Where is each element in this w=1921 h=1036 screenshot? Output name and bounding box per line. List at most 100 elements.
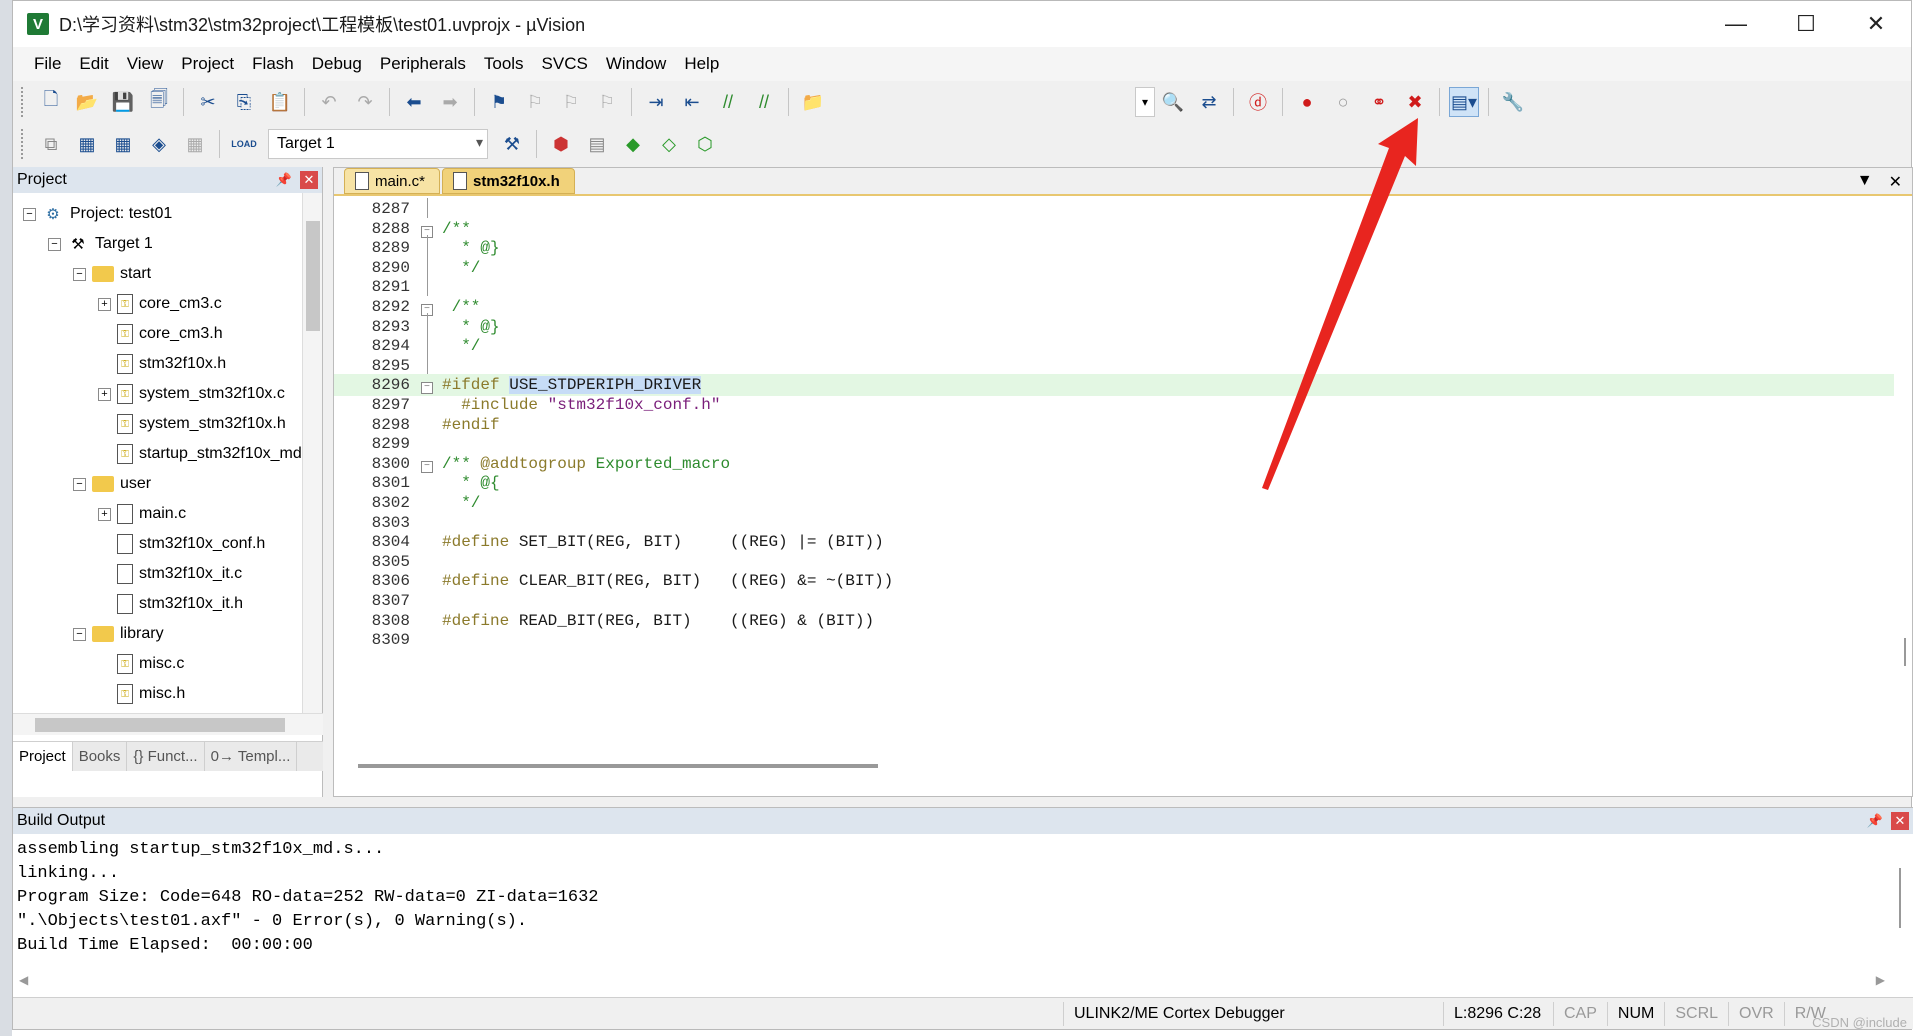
- tree-item[interactable]: stm32f10x_conf.h: [98, 529, 265, 559]
- tree-item[interactable]: ⚿ core_cm3.h: [98, 319, 223, 349]
- close-tab-icon[interactable]: ✕: [1889, 172, 1902, 192]
- tree-item[interactable]: − user: [73, 469, 151, 499]
- open-file-icon[interactable]: 📂: [72, 87, 102, 117]
- uncomment-icon[interactable]: //: [749, 87, 779, 117]
- fold-collapse-icon[interactable]: −: [416, 376, 438, 395]
- tree-vertical-scrollbar[interactable]: [302, 193, 322, 713]
- batch-build-icon[interactable]: ◈: [144, 129, 174, 159]
- pack-installer-icon[interactable]: ◇: [654, 129, 684, 159]
- toolbar-grip[interactable]: [21, 87, 25, 117]
- tab-list-chevron-icon[interactable]: ▼: [1857, 172, 1873, 192]
- menu-file[interactable]: File: [25, 54, 70, 74]
- find-dropdown[interactable]: ▾: [1135, 87, 1155, 117]
- find-in-files-icon[interactable]: 📁: [798, 87, 828, 117]
- scroll-right-icon[interactable]: ▶: [1876, 973, 1885, 987]
- incremental-find-icon[interactable]: ⇄: [1194, 87, 1224, 117]
- pane-tab[interactable]: {} Funct...: [127, 742, 205, 771]
- menu-tools[interactable]: Tools: [475, 54, 533, 74]
- build-output-horizontal-scrollbar[interactable]: ◀ ▶: [13, 973, 1893, 991]
- window-layout-icon[interactable]: ▤▾: [1449, 87, 1479, 117]
- configure-wrench-icon[interactable]: 🔧: [1498, 87, 1528, 117]
- tree-item[interactable]: ⚿ stm32f10x.h: [98, 349, 226, 379]
- menu-help[interactable]: Help: [675, 54, 728, 74]
- editor-horizontal-scrollbar[interactable]: [358, 764, 878, 768]
- find-icon[interactable]: 🔍: [1158, 87, 1188, 117]
- menu-project[interactable]: Project: [172, 54, 243, 74]
- tree-item[interactable]: stm32f10x_it.h: [98, 589, 243, 619]
- collapse-icon[interactable]: −: [48, 237, 61, 251]
- editor-vertical-scrollbar[interactable]: [1904, 638, 1906, 666]
- tree-item[interactable]: ⚿ system_stm32f10x.h: [98, 409, 286, 439]
- tree-item[interactable]: + ⚿ core_cm3.c: [98, 289, 222, 319]
- close-pane-icon[interactable]: ✕: [300, 171, 318, 189]
- tree-item[interactable]: − ⚒ Target 1: [48, 229, 153, 259]
- navigate-forward-icon[interactable]: ➡: [435, 87, 465, 117]
- editor-tab[interactable]: stm32f10x.h: [442, 168, 575, 194]
- expand-icon[interactable]: +: [98, 387, 111, 401]
- tree-item[interactable]: + ⚿ system_stm32f10x.c: [98, 379, 285, 409]
- collapse-icon[interactable]: −: [73, 267, 86, 281]
- start-debug-icon[interactable]: ⓓ: [1243, 87, 1273, 117]
- tree-item[interactable]: − library: [73, 619, 164, 649]
- maximize-icon[interactable]: ☐: [1771, 1, 1841, 47]
- menu-svcs[interactable]: SVCS: [533, 54, 597, 74]
- manage-project-items-icon[interactable]: ⬢: [546, 129, 576, 159]
- close-pane-icon[interactable]: ✕: [1891, 812, 1909, 830]
- tree-item[interactable]: − ⚙ Project: test01: [23, 199, 172, 229]
- translate-icon[interactable]: ⧉: [36, 129, 66, 159]
- next-bookmark-icon[interactable]: ⚐: [556, 87, 586, 117]
- bookmark-icon[interactable]: ⚑: [484, 87, 514, 117]
- stop-build-icon[interactable]: ▦: [180, 129, 210, 159]
- collapse-icon[interactable]: −: [73, 477, 86, 491]
- enable-breakpoint-icon[interactable]: ○: [1328, 87, 1358, 117]
- menu-peripherals[interactable]: Peripherals: [371, 54, 475, 74]
- menu-edit[interactable]: Edit: [70, 54, 117, 74]
- pane-tab[interactable]: Project: [13, 742, 73, 771]
- tree-item[interactable]: ⚿ misc.h: [98, 679, 185, 709]
- save-icon[interactable]: 💾: [108, 87, 138, 117]
- collapse-icon[interactable]: −: [23, 207, 36, 221]
- menu-view[interactable]: View: [118, 54, 173, 74]
- disable-breakpoints-icon[interactable]: ⚭: [1364, 87, 1394, 117]
- download-load-icon[interactable]: LOAD: [229, 129, 259, 159]
- menu-window[interactable]: Window: [597, 54, 675, 74]
- clear-bookmarks-icon[interactable]: ⚐: [592, 87, 622, 117]
- prev-bookmark-icon[interactable]: ⚐: [520, 87, 550, 117]
- unindent-icon[interactable]: ⇤: [677, 87, 707, 117]
- expand-icon[interactable]: +: [98, 297, 111, 311]
- menu-flash[interactable]: Flash: [243, 54, 303, 74]
- save-all-icon[interactable]: 🗐: [144, 87, 174, 117]
- expand-icon[interactable]: +: [98, 507, 111, 521]
- pack-update-icon[interactable]: ⬡: [690, 129, 720, 159]
- scroll-left-icon[interactable]: ◀: [19, 973, 28, 987]
- tree-item[interactable]: ⚿ misc.c: [98, 649, 184, 679]
- code-area[interactable]: 8287 8288−/** 8289 * @} 8290 */8291 8292− /*…: [334, 198, 1894, 758]
- tree-item[interactable]: stm32f10x_it.c: [98, 559, 242, 589]
- close-icon[interactable]: ✕: [1841, 1, 1911, 47]
- build-output-vertical-scrollbar[interactable]: [1899, 868, 1901, 928]
- tree-item[interactable]: − start: [73, 259, 151, 289]
- minimize-icon[interactable]: —: [1701, 1, 1771, 47]
- undo-icon[interactable]: ↶: [314, 87, 344, 117]
- collapse-icon[interactable]: −: [73, 627, 86, 641]
- build-icon[interactable]: ▦: [72, 129, 102, 159]
- target-options-icon[interactable]: ⚒: [497, 129, 527, 159]
- fold-collapse-icon[interactable]: −: [416, 455, 438, 473]
- kill-breakpoints-icon[interactable]: ✖: [1400, 87, 1430, 117]
- tree-horizontal-scrollbar[interactable]: [13, 713, 323, 735]
- navigate-back-icon[interactable]: ⬅: [399, 87, 429, 117]
- paste-icon[interactable]: 📋: [265, 87, 295, 117]
- select-packs-icon[interactable]: ▤: [582, 129, 612, 159]
- toolbar-grip[interactable]: [21, 129, 25, 159]
- copy-icon[interactable]: ⎘: [229, 87, 259, 117]
- rebuild-icon[interactable]: ▦: [108, 129, 138, 159]
- tree-item[interactable]: ⚿ startup_stm32f10x_md.s: [98, 439, 303, 469]
- redo-icon[interactable]: ↷: [350, 87, 380, 117]
- editor-tab[interactable]: main.c*: [344, 168, 441, 194]
- pane-tab[interactable]: Books: [73, 742, 128, 771]
- pin-icon[interactable]: 📌: [1867, 813, 1883, 829]
- menu-debug[interactable]: Debug: [303, 54, 371, 74]
- indent-icon[interactable]: ⇥: [641, 87, 671, 117]
- tree-item[interactable]: + main.c: [98, 499, 186, 529]
- manage-rte-icon[interactable]: ◆: [618, 129, 648, 159]
